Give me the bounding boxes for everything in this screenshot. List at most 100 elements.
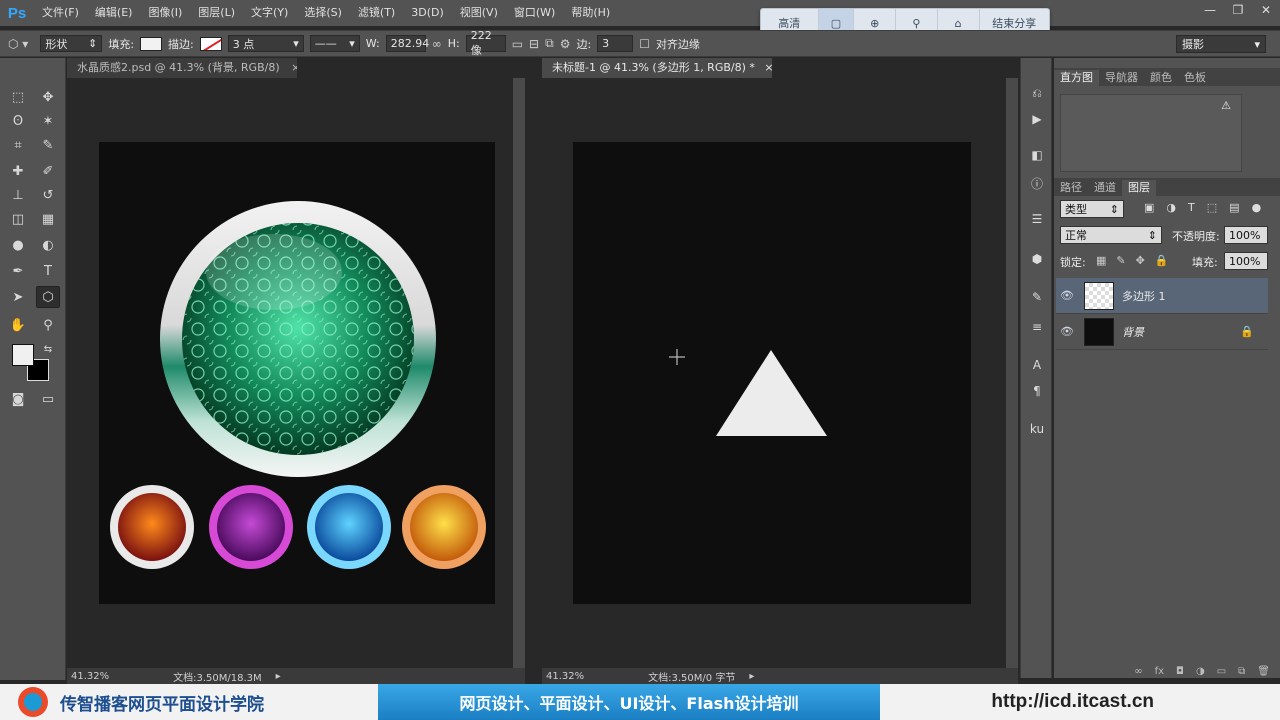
adjustment-layer-icon[interactable]: ◑ [1196, 666, 1205, 680]
polygon-tool-icon[interactable]: ⬡ [36, 286, 60, 308]
play-icon[interactable]: ▸ [276, 671, 281, 682]
stroke-type-select[interactable]: —— ▾ [309, 35, 360, 52]
zoom-level[interactable]: 41.32% [71, 671, 109, 682]
close-icon[interactable]: ✕ [1252, 0, 1280, 20]
quick-mask-icon[interactable]: ◙ [6, 388, 30, 410]
fx-icon[interactable]: fx [1155, 666, 1164, 680]
type-tool-icon[interactable]: T [36, 260, 60, 282]
new-layer-icon[interactable]: ⧉ [1238, 666, 1245, 680]
sides-input[interactable]: 3 [597, 35, 634, 52]
blend-mode-select[interactable]: 正常 ⇕ [1060, 226, 1162, 244]
new-group-icon[interactable]: ▭ [1217, 666, 1226, 680]
menu-3d[interactable]: 3D(D) [403, 0, 452, 26]
polygon-tool-icon[interactable]: ⬡ ▾ [8, 37, 28, 51]
lock-pixels-icon[interactable]: ✎ [1116, 254, 1125, 267]
clone-stamp-icon[interactable]: ⊥ [6, 184, 30, 206]
width-input[interactable]: 282.94 [385, 35, 429, 52]
screen-mode-icon[interactable]: ▭ [36, 388, 60, 410]
tab-layers[interactable]: 图层 [1122, 180, 1156, 196]
layer-row-polygon[interactable]: 👁 多边形 1 [1056, 278, 1268, 314]
opacity-input[interactable]: 100% [1224, 226, 1268, 244]
character-panel-icon[interactable]: A [1025, 354, 1049, 376]
document-tab-1[interactable]: 水晶质感2.psd @ 41.3% (背景, RGB/8) × [67, 58, 297, 78]
filter-type-icon[interactable]: T [1188, 201, 1195, 214]
crop-tool-icon[interactable]: ⌗ [6, 134, 30, 156]
menu-type[interactable]: 文字(Y) [243, 0, 296, 26]
eye-icon[interactable]: 👁 [1056, 289, 1078, 302]
tab-color[interactable]: 颜色 [1144, 70, 1178, 86]
eyedropper-icon[interactable]: ✎ [36, 134, 60, 156]
shape-mode-select[interactable]: 形状 ⇕ [40, 35, 103, 52]
layer-filter-select[interactable]: 类型 ⇕ [1060, 200, 1124, 218]
menu-help[interactable]: 帮助(H) [563, 0, 618, 26]
properties-icon[interactable]: ☰ [1025, 208, 1049, 230]
hand-tool-icon[interactable]: ✋ [6, 314, 30, 336]
menu-window[interactable]: 窗口(W) [506, 0, 563, 26]
minimize-icon[interactable]: — [1196, 0, 1224, 20]
filter-adjustment-icon[interactable]: ◑ [1166, 201, 1176, 214]
vertical-scrollbar[interactable] [513, 78, 525, 668]
history-panel-icon[interactable]: ⎌ [1025, 82, 1049, 104]
add-mask-icon[interactable]: ◘ [1176, 666, 1184, 680]
gear-icon[interactable]: ⚙ [560, 37, 571, 51]
document-tab-2[interactable]: 未标题-1 @ 41.3% (多边形 1, RGB/8) * × [542, 58, 772, 78]
filter-pixel-icon[interactable]: ▣ [1144, 201, 1154, 214]
lasso-tool-icon[interactable]: ʘ [6, 110, 30, 132]
paragraph-panel-icon[interactable]: ¶ [1025, 380, 1049, 402]
stroke-size-input[interactable]: 3 点 ▾ [227, 35, 304, 52]
path-alignment-icon[interactable]: ⊟ [529, 37, 539, 51]
menu-view[interactable]: 视图(V) [452, 0, 506, 26]
filter-shape-icon[interactable]: ⬚ [1207, 201, 1217, 214]
magic-wand-icon[interactable]: ✶ [36, 110, 60, 132]
canvas-crystal[interactable] [99, 142, 495, 604]
eye-icon[interactable]: 👁 [1056, 325, 1078, 338]
filter-toggle-icon[interactable]: ● [1252, 201, 1262, 214]
path-arrangement-icon[interactable]: ⧉ [545, 36, 554, 51]
tab-channels[interactable]: 通道 [1088, 180, 1122, 196]
path-selection-icon[interactable]: ➤ [6, 286, 30, 308]
brush-presets-icon[interactable]: ✎ [1025, 286, 1049, 308]
kuler-icon[interactable]: ku [1025, 418, 1049, 440]
zoom-tool-icon[interactable]: ⚲ [36, 314, 60, 336]
fill-input[interactable]: 100% [1224, 252, 1268, 270]
blur-tool-icon[interactable]: ● [6, 234, 30, 256]
warning-icon[interactable]: ⚠ [1221, 99, 1231, 112]
lock-transparent-icon[interactable]: ▦ [1096, 254, 1106, 267]
canvas-untitled[interactable] [573, 142, 971, 604]
play-icon[interactable]: ▸ [749, 671, 754, 682]
link-icon[interactable]: ∞ [432, 37, 442, 51]
tab-swatches[interactable]: 色板 [1178, 70, 1212, 86]
align-edges-checkbox[interactable]: ☐ [639, 37, 650, 51]
tab-navigator[interactable]: 导航器 [1099, 70, 1144, 86]
link-layers-icon[interactable]: ∞ [1134, 666, 1142, 680]
layer-row-background[interactable]: 👁 背景 🔒 [1056, 314, 1268, 350]
lock-position-icon[interactable]: ✥ [1136, 254, 1145, 267]
stroke-swatch[interactable] [199, 36, 222, 51]
foreground-color-swatch[interactable] [12, 344, 34, 366]
close-icon[interactable]: × [764, 61, 772, 74]
pen-tool-icon[interactable]: ✒ [6, 260, 30, 282]
history-brush-icon[interactable]: ↺ [36, 184, 60, 206]
tool-presets-icon[interactable]: ≡ [1025, 316, 1049, 338]
swap-colors-icon[interactable]: ⇆ [36, 338, 60, 360]
delete-layer-icon[interactable]: 🗑 [1257, 666, 1270, 680]
move-tool-icon[interactable]: ✥ [36, 86, 60, 108]
actions-play-icon[interactable]: ▶ [1025, 108, 1049, 130]
menu-layer[interactable]: 图层(L) [190, 0, 243, 26]
close-icon[interactable]: × [291, 61, 297, 74]
dodge-tool-icon[interactable]: ◐ [36, 234, 60, 256]
adjustments-icon[interactable]: ◧ [1025, 144, 1049, 166]
3d-cube-icon[interactable]: ⬢ [1025, 248, 1049, 270]
brush-tool-icon[interactable]: ✐ [36, 160, 60, 182]
tab-histogram[interactable]: 直方图 [1054, 70, 1099, 86]
lock-all-icon[interactable]: 🔒 [1155, 254, 1169, 267]
info-icon[interactable]: ⓘ [1025, 172, 1049, 194]
zoom-level[interactable]: 41.32% [546, 671, 584, 682]
healing-brush-icon[interactable]: ✚ [6, 160, 30, 182]
marquee-tool-icon[interactable]: ⬚ [6, 86, 30, 108]
menu-image[interactable]: 图像(I) [140, 0, 190, 26]
path-operations-icon[interactable]: ▭ [512, 37, 523, 51]
menu-filter[interactable]: 滤镜(T) [350, 0, 403, 26]
restore-icon[interactable]: ❐ [1224, 0, 1252, 20]
fill-swatch[interactable] [140, 36, 163, 51]
